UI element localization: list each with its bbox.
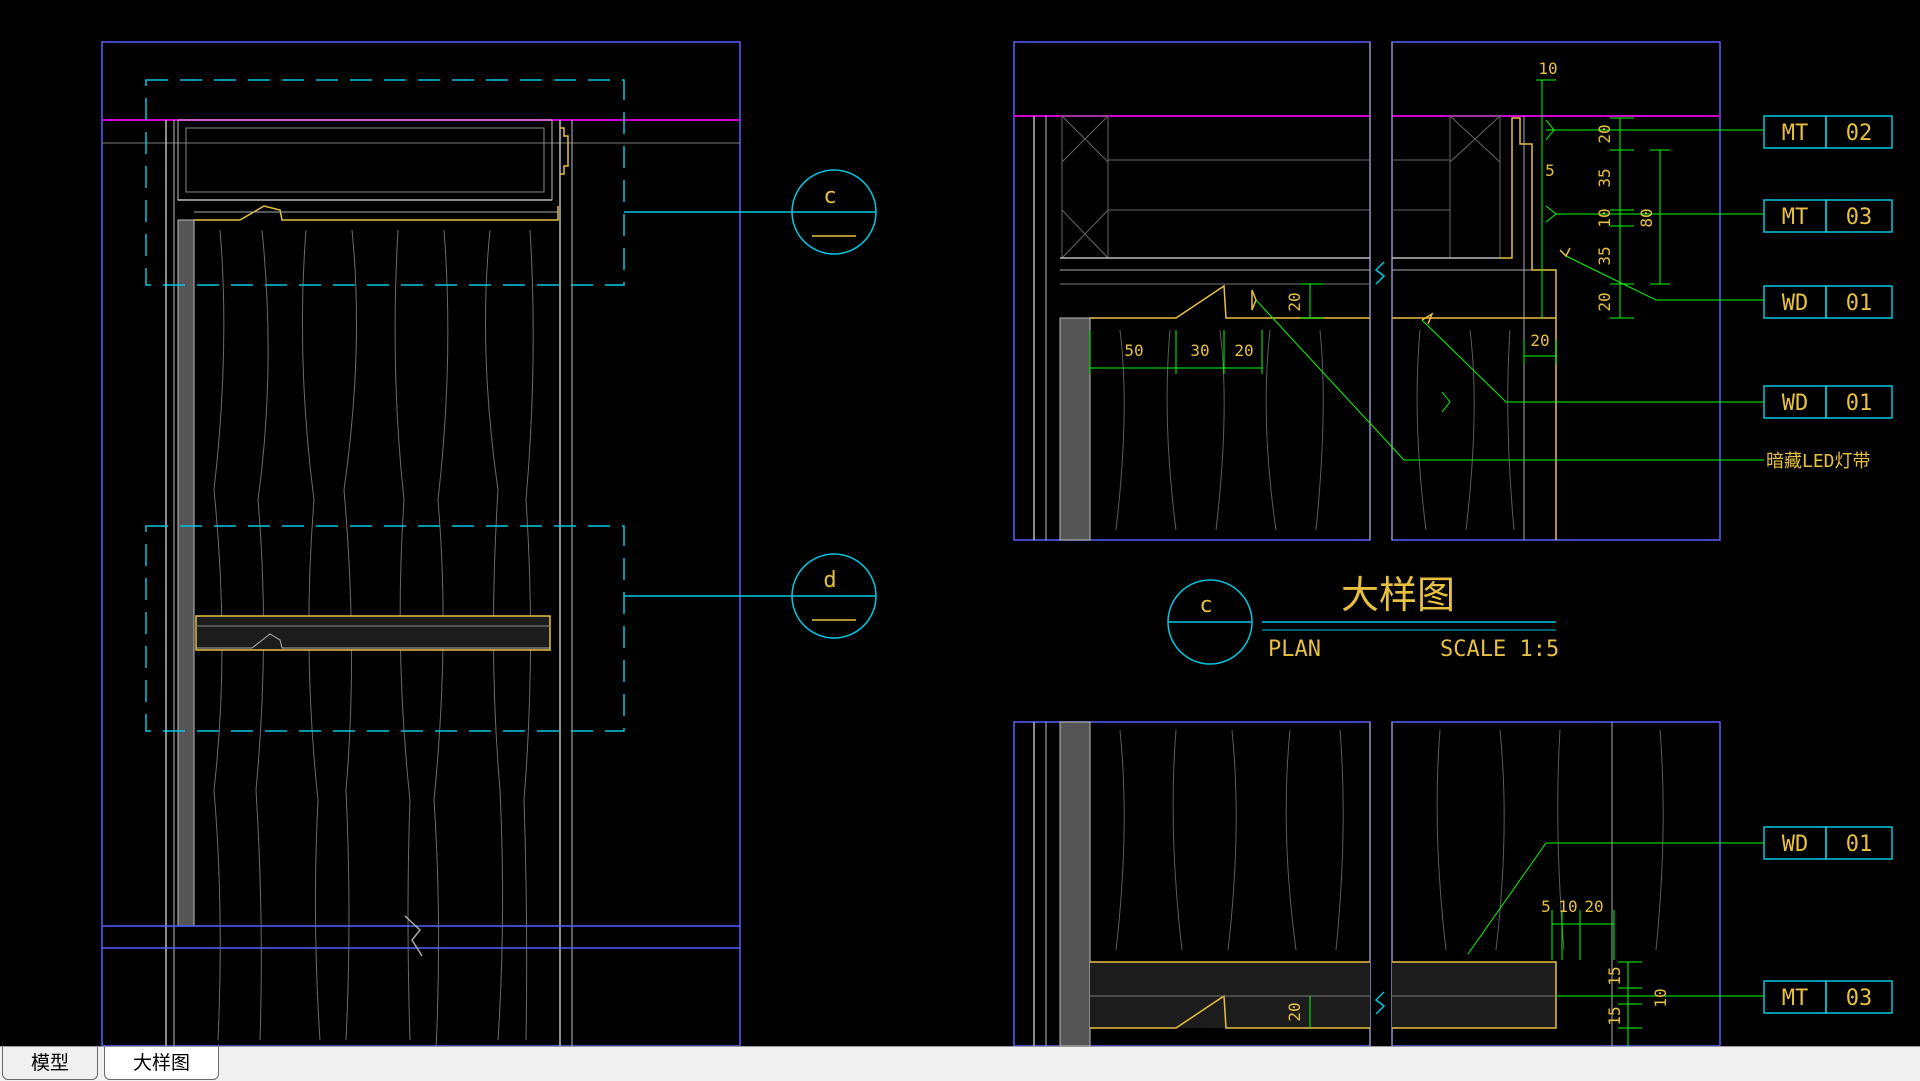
tab-detail-layout[interactable]: 大样图 — [104, 1047, 220, 1080]
svg-text:WD: WD — [1782, 832, 1809, 857]
callout-d-letter: d — [823, 568, 836, 593]
detail-title-block: c 大样图 PLAN SCALE 1:5 — [1167, 573, 1559, 665]
svg-text:MT: MT — [1782, 121, 1809, 146]
svg-text:20: 20 — [1285, 1002, 1304, 1021]
svg-text:WD: WD — [1782, 291, 1809, 316]
svg-text:MT: MT — [1782, 205, 1809, 230]
svg-text:02: 02 — [1846, 121, 1873, 146]
svg-text:20: 20 — [1530, 331, 1549, 350]
svg-text:01: 01 — [1846, 832, 1873, 857]
callout-d[interactable]: d — [791, 553, 877, 639]
svg-text:MT: MT — [1782, 986, 1809, 1011]
material-tag-wd-01[interactable]: WD 01 — [1763, 285, 1893, 319]
svg-text:WD: WD — [1782, 391, 1809, 416]
svg-text:15: 15 — [1605, 966, 1624, 985]
svg-text:30: 30 — [1190, 341, 1209, 360]
material-tag-wd-01[interactable]: WD 01 — [1763, 826, 1893, 860]
detail-scale-label: SCALE 1:5 — [1440, 637, 1559, 662]
svg-text:20: 20 — [1285, 292, 1304, 311]
left-elevation — [101, 41, 792, 1046]
detail-title: 大样图 — [1341, 573, 1455, 617]
callout-c[interactable]: c — [791, 169, 877, 255]
plan-detail-bottom: 5 10 20 15 10 15 20 — [1013, 721, 1764, 1046]
svg-text:20: 20 — [1234, 341, 1253, 360]
material-tag-mt-02[interactable]: MT 02 — [1763, 115, 1893, 149]
svg-text:01: 01 — [1846, 391, 1873, 416]
svg-text:10: 10 — [1558, 897, 1577, 916]
svg-text:20: 20 — [1584, 897, 1603, 916]
svg-text:5: 5 — [1541, 897, 1551, 916]
led-strip-note: 暗藏LED灯带 — [1766, 451, 1871, 472]
svg-text:10: 10 — [1538, 59, 1557, 78]
svg-text:50: 50 — [1124, 341, 1143, 360]
plan-detail-top: 10 20 5 35 10 80 35 20 20 20 50 30 20 — [1013, 41, 1764, 541]
cad-drawing-canvas[interactable]: c d 10 20 5 35 10 80 35 20 20 20 50 30 2… — [0, 0, 1920, 1046]
svg-text:15: 15 — [1605, 1006, 1624, 1025]
callout-c-letter: c — [823, 184, 836, 209]
svg-text:35: 35 — [1595, 168, 1614, 187]
svg-text:03: 03 — [1846, 986, 1873, 1011]
layout-tab-bar: 模型 大样图 — [0, 1046, 1920, 1081]
svg-text:80: 80 — [1637, 208, 1656, 227]
material-tag-mt-03[interactable]: MT 03 — [1763, 199, 1893, 233]
material-tag-wd-01[interactable]: WD 01 — [1763, 385, 1893, 419]
svg-text:03: 03 — [1846, 205, 1873, 230]
detail-view-label: PLAN — [1268, 637, 1321, 662]
material-tag-mt-03[interactable]: MT 03 — [1763, 980, 1893, 1014]
svg-text:35: 35 — [1595, 246, 1614, 265]
svg-text:10: 10 — [1595, 208, 1614, 227]
svg-text:20: 20 — [1595, 292, 1614, 311]
tab-model[interactable]: 模型 — [2, 1047, 99, 1080]
svg-text:01: 01 — [1846, 291, 1873, 316]
svg-text:20: 20 — [1595, 124, 1614, 143]
svg-text:c: c — [1199, 593, 1212, 618]
svg-text:5: 5 — [1545, 161, 1555, 180]
svg-text:10: 10 — [1651, 988, 1670, 1007]
